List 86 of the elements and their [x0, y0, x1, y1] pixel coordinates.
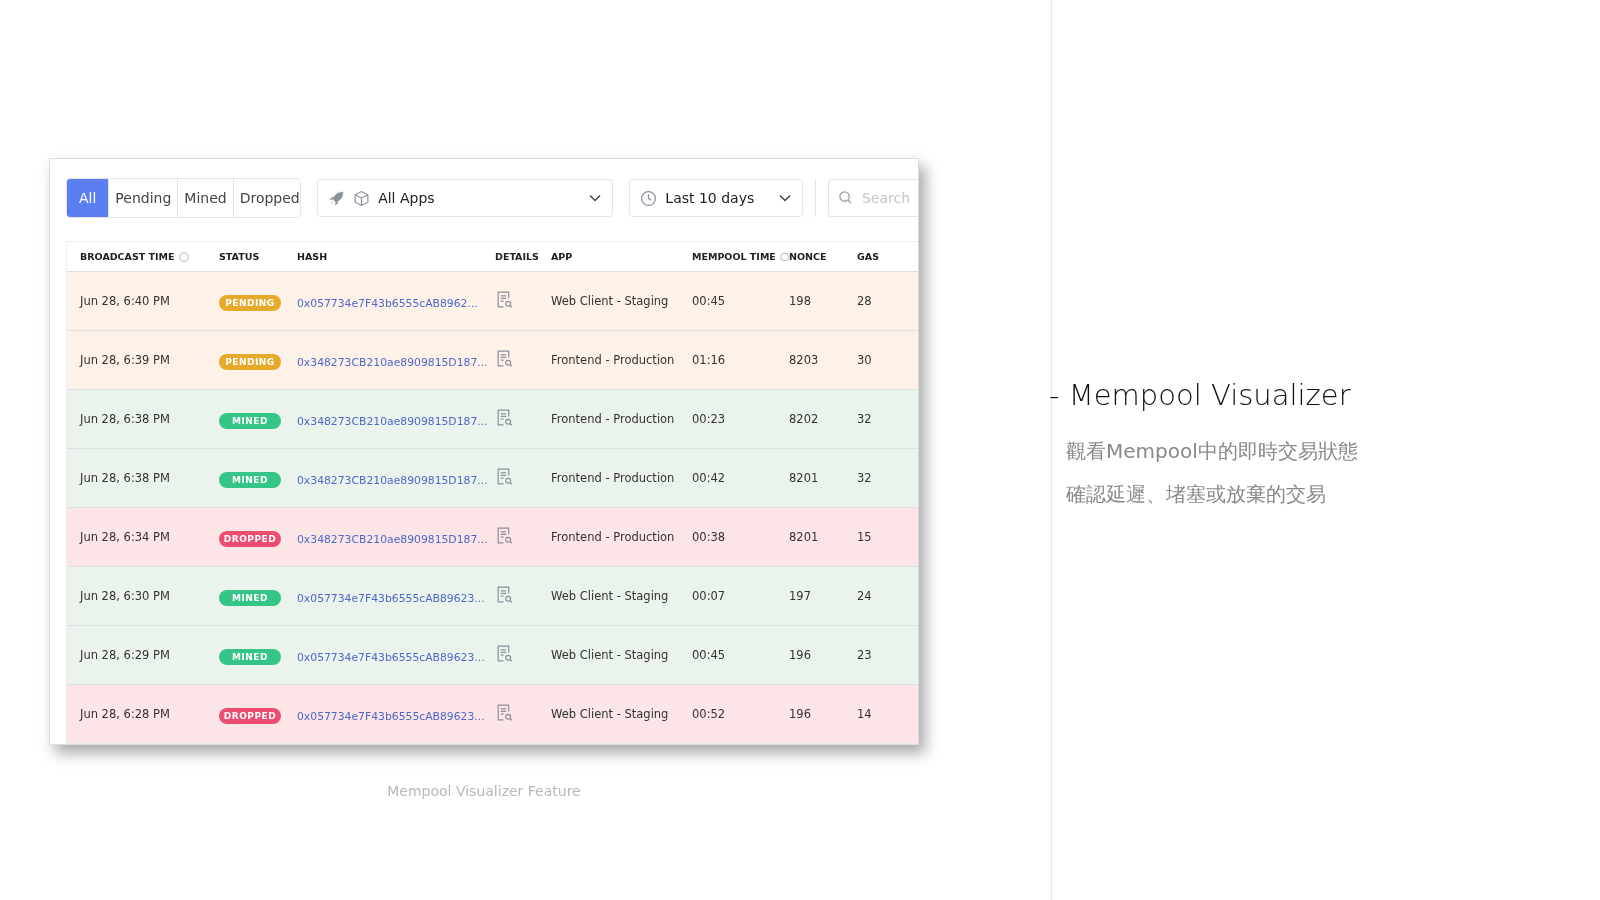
table-cell-text: Frontend - Production — [551, 412, 676, 426]
clock-icon — [640, 189, 658, 207]
column-header: HASH — [297, 251, 328, 262]
hash-link[interactable]: 0x348273CB210ae8909815D187... — [297, 414, 488, 428]
table-cell-text: 198 — [789, 294, 812, 308]
table-cell-text: 00:07 — [692, 589, 727, 603]
table-cell-text: 196 — [789, 648, 812, 662]
status-badge: MINED — [219, 472, 281, 488]
column-header: MEMPOOL TIME — [692, 251, 776, 262]
column-header: DETAILS — [495, 251, 539, 262]
document-search-icon[interactable] — [495, 584, 514, 604]
document-search-icon[interactable] — [495, 525, 514, 545]
document-search-icon[interactable] — [495, 289, 514, 309]
table-cell-text: Jun 28, 6:38 PM — [80, 412, 171, 426]
table-cell-text: Web Client - Staging — [551, 589, 670, 603]
help-icon — [779, 251, 789, 262]
document-search-icon[interactable] — [495, 348, 514, 368]
hash-link[interactable]: 0x348273CB210ae8909815D187... — [297, 473, 488, 487]
table-cell-text: 15 — [857, 530, 873, 544]
status-badge: PENDING — [219, 295, 281, 311]
table-cell-text: 00:45 — [692, 294, 727, 308]
slide-heading: - Mempool Visualizer — [1049, 378, 1352, 412]
table-cell-text: Web Client - Staging — [551, 707, 670, 721]
document-search-icon[interactable] — [495, 466, 514, 486]
hash-link[interactable]: 0x057734e7F43b6555cAB89623... — [297, 650, 485, 664]
hash-link[interactable]: 0x057734e7F43b6555cAB89623... — [297, 709, 485, 723]
table-cell-text: 8203 — [789, 353, 820, 367]
time-range-dropdown[interactable]: Last 10 days — [629, 179, 803, 217]
status-badge: MINED — [219, 590, 281, 606]
table-cell-text: 00:42 — [692, 471, 727, 485]
document-search-icon[interactable] — [495, 407, 514, 427]
search-icon — [838, 190, 853, 205]
table-cell-text: 32 — [857, 471, 873, 485]
column-header: NONCE — [789, 251, 827, 262]
image-caption: Mempool Visualizer Feature — [386, 783, 582, 799]
search-field[interactable]: Search — [828, 179, 918, 217]
column-header: GAS — [857, 251, 879, 262]
table-cell-text: Jun 28, 6:30 PM — [80, 589, 171, 603]
table-cell-text: Jun 28, 6:34 PM — [80, 530, 171, 544]
hash-link[interactable]: 0x057734e7F43b6555cAB8962... — [297, 296, 478, 310]
app-dropdown[interactable]: All Apps — [317, 179, 614, 217]
table-cell-text: Jun 28, 6:29 PM — [80, 648, 171, 662]
status-badge: MINED — [219, 413, 281, 429]
hash-link[interactable]: 0x348273CB210ae8909815D187... — [297, 532, 488, 546]
table-cell-text: Frontend - Production — [551, 471, 676, 485]
table-cell-text: 23 — [857, 648, 873, 662]
rocket-icon — [328, 189, 346, 207]
table-cell-text: 24 — [857, 589, 873, 603]
table-cell-text: 8201 — [789, 530, 820, 544]
table-cell-text: 196 — [789, 707, 812, 721]
table-cell-text: 00:23 — [692, 412, 727, 426]
hash-link[interactable]: 0x348273CB210ae8909815D187... — [297, 355, 488, 369]
table-cell-text: 01:16 — [692, 353, 727, 367]
table-cell-text: Jun 28, 6:38 PM — [80, 471, 171, 485]
status-badge: DROPPED — [219, 708, 281, 724]
status-badge: DROPPED — [219, 531, 281, 547]
table-cell-text: Web Client - Staging — [551, 294, 670, 308]
document-search-icon[interactable] — [495, 643, 514, 663]
document-search-icon[interactable] — [495, 702, 514, 722]
slide-text: 確認延遲、堵塞或放棄的交易 — [1066, 481, 1327, 508]
hash-link[interactable]: 0x057734e7F43b6555cAB89623... — [297, 591, 485, 605]
table-cell-text: 8202 — [789, 412, 820, 426]
table-cell-text: 28 — [857, 294, 873, 308]
table-cell-text: Jun 28, 6:39 PM — [80, 353, 171, 367]
table-cell-text: 8201 — [789, 471, 820, 485]
column-header: BROADCAST TIME — [80, 251, 175, 262]
table-cell-text: 00:38 — [692, 530, 727, 544]
table-cell-text: Frontend - Production — [551, 530, 676, 544]
cube-icon — [353, 189, 371, 207]
table-cell-text: 00:52 — [692, 707, 727, 721]
table-cell-text: Jun 28, 6:28 PM — [80, 707, 171, 721]
slide-text: 觀看Mempool中的即時交易狀態 — [1066, 438, 1358, 465]
table-cell-text: Frontend - Production — [551, 353, 676, 367]
table-cell-text: Web Client - Staging — [551, 648, 670, 662]
column-header: APP — [551, 251, 573, 262]
table-cell-text: 14 — [857, 707, 873, 721]
table-cell-text: 32 — [857, 412, 873, 426]
status-badge: PENDING — [219, 354, 281, 370]
filter-tab[interactable]: All — [67, 179, 110, 217]
table-cell-text: 00:45 — [692, 648, 727, 662]
table-cell-text: Jun 28, 6:40 PM — [80, 294, 171, 308]
column-header: STATUS — [219, 251, 260, 262]
help-icon — [178, 251, 189, 262]
table-cell-text: 197 — [789, 589, 812, 603]
status-badge: MINED — [219, 649, 281, 665]
table-cell-text: 30 — [857, 353, 873, 367]
